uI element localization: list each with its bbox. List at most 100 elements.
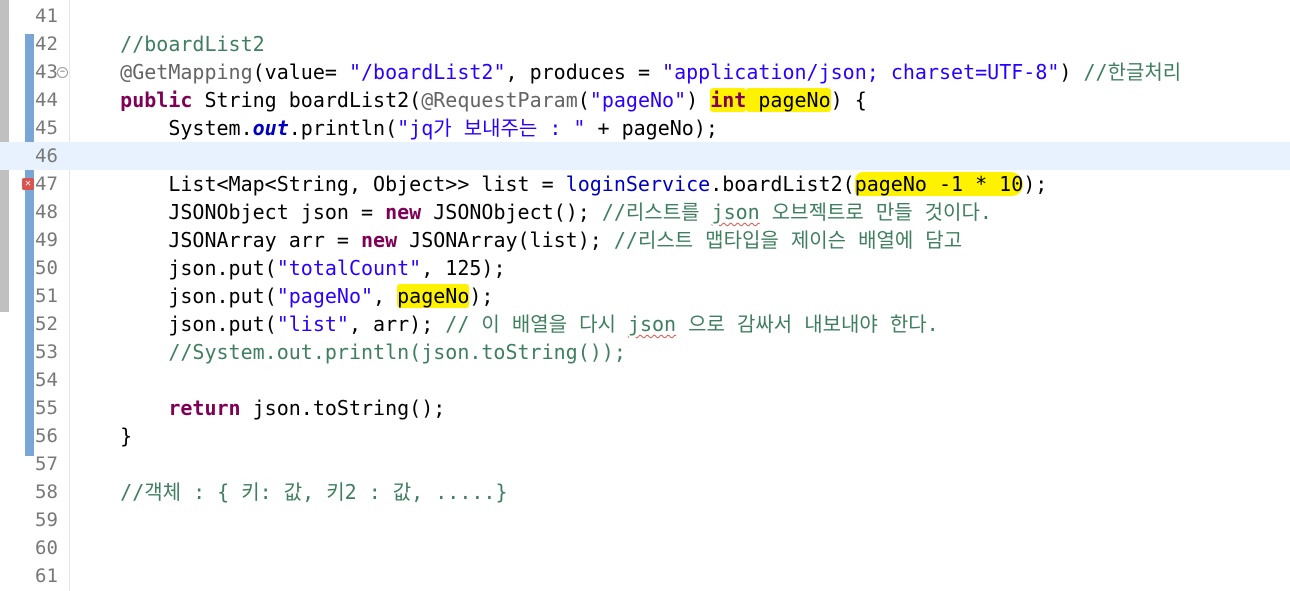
code-line[interactable]: 45 System.out.println("jq가 보내주는 : " + pa… <box>0 114 1290 142</box>
code-token: json <box>627 312 677 336</box>
code-text: JSONArray arr = new JSONArray(list); //리… <box>72 226 962 254</box>
code-token: json.toString(); <box>240 396 446 420</box>
code-editor[interactable]: 41 42 //boardList2 43− @GetMapping(value= … <box>0 0 1290 591</box>
line-number: 47 <box>35 173 58 195</box>
code-line[interactable]: 53 //System.out.println(json.toString())… <box>0 338 1290 366</box>
code-token: //한글처리 <box>1083 60 1182 84</box>
code-line[interactable]: 49 JSONArray arr = new JSONArray(list); … <box>0 226 1290 254</box>
code-line[interactable]: 59 <box>0 506 1290 534</box>
code-token: System. <box>72 116 253 140</box>
code-line[interactable]: 61 <box>0 562 1290 590</box>
line-number: 58 <box>35 481 58 503</box>
code-text: json.put("list", arr); // 이 배열을 다시 json … <box>72 310 939 338</box>
code-line[interactable]: 52 json.put("list", arr); // 이 배열을 다시 js… <box>0 310 1290 338</box>
line-number: 61 <box>35 565 58 587</box>
code-token: .println( <box>288 116 398 140</box>
code-token: out <box>252 116 289 140</box>
code-line[interactable]: 44 public String boardList2(@RequestPara… <box>0 86 1290 114</box>
code-token: JSONObject json = <box>72 200 386 224</box>
code-token: new <box>360 228 398 252</box>
code-line[interactable]: 48 JSONObject json = new JSONObject(); /… <box>0 198 1290 226</box>
code-token: json.put( <box>72 312 277 336</box>
code-line[interactable]: 50 json.put("totalCount", 125); <box>0 254 1290 282</box>
code-token: "/boardList2" <box>348 60 506 84</box>
code-line[interactable]: 46 <box>0 142 1290 170</box>
code-token: @GetMapping <box>120 60 253 84</box>
code-line[interactable]: 41 <box>0 2 1290 30</box>
line-number: 44 <box>35 89 58 111</box>
code-token: // 이 배열을 다시 <box>445 312 628 336</box>
code-text: System.out.println("jq가 보내주는 : " + pageN… <box>72 114 718 142</box>
code-token: String boardList2( <box>192 88 422 112</box>
line-number: 45 <box>35 117 58 139</box>
code-token: , <box>373 284 398 308</box>
code-token: ) { <box>830 88 867 112</box>
code-token: //리스트 맵타입을 제이슨 배열에 담고 <box>613 228 963 252</box>
code-line[interactable]: 51 json.put("pageNo", pageNo); <box>0 282 1290 310</box>
line-number: 59 <box>35 509 58 531</box>
code-token: 으로 감싸서 내보내야 한다. <box>676 312 939 336</box>
fold-toggle-icon[interactable]: − <box>57 67 68 78</box>
code-token: ( <box>577 88 590 112</box>
code-token: "pageNo" <box>589 88 687 112</box>
code-line[interactable]: 57 <box>0 450 1290 478</box>
code-text: json.put("totalCount", 125); <box>72 254 506 282</box>
code-token: public <box>120 88 193 112</box>
code-text: //객체 : { 키: 값, 키2 : 값, .....} <box>72 478 508 506</box>
code-text: } <box>72 422 132 450</box>
code-token: loginService <box>565 172 711 196</box>
line-number: 60 <box>35 537 58 559</box>
code-text: //boardList2 <box>72 30 265 58</box>
line-number: 55 <box>35 397 58 419</box>
code-line[interactable]: 60 <box>0 534 1290 562</box>
code-token: json <box>711 200 760 224</box>
code-text: json.put("pageNo", pageNo); <box>72 282 493 310</box>
code-token: //System.out.println(json.toString()); <box>168 340 626 364</box>
line-number: 46 <box>35 145 58 167</box>
code-line[interactable]: 58 //객체 : { 키: 값, 키2 : 값, .....} <box>0 478 1290 506</box>
code-token: return <box>168 396 241 420</box>
code-token: "pageNo" <box>276 284 374 308</box>
code-token: .boardList2( <box>710 172 855 196</box>
code-line[interactable]: 42 //boardList2 <box>0 30 1290 58</box>
code-token: } <box>72 424 133 448</box>
code-text: return json.toString(); <box>72 394 445 422</box>
code-token: json.put( <box>72 284 277 308</box>
code-text: @GetMapping(value= "/boardList2", produc… <box>72 58 1181 86</box>
code-token: //boardList2 <box>120 32 265 56</box>
error-marker-icon[interactable]: ✕ <box>22 178 34 190</box>
code-token: JSONObject(); <box>421 200 602 224</box>
code-token: "application/json; charset=UTF-8" <box>662 60 1060 84</box>
line-number: 54 <box>35 369 58 391</box>
code-token: "totalCount" <box>276 256 422 280</box>
code-text: JSONObject json = new JSONObject(); //리스… <box>72 198 992 226</box>
code-token: "list" <box>276 312 349 336</box>
code-token: 오브젝트로 만들 것이다. <box>759 200 992 224</box>
code-token: pageNo <box>746 88 831 112</box>
code-token: //객체 : { 키: 값, 키2 : 값, .....} <box>120 480 508 504</box>
code-token: json.put( <box>72 256 277 280</box>
line-number: 52 <box>35 313 58 335</box>
code-token: pageNo -1 * 10 <box>854 172 1024 196</box>
code-line[interactable]: 47 ✕ List<Map<String, Object>> list = log… <box>0 170 1290 198</box>
code-line[interactable]: 55 return json.toString(); <box>0 394 1290 422</box>
code-text: List<Map<String, Object>> list = loginSe… <box>72 170 1047 198</box>
code-token: ) <box>686 88 711 112</box>
code-line[interactable]: 43− @GetMapping(value= "/boardList2", pr… <box>0 58 1290 86</box>
code-token: ) <box>1059 60 1084 84</box>
code-token: + pageNo); <box>585 116 718 140</box>
code-token: JSONArray arr = <box>72 228 361 252</box>
code-text: //System.out.println(json.toString()); <box>72 338 626 366</box>
code-token: List<Map<String, Object>> list = <box>72 172 566 196</box>
code-line[interactable]: 54 <box>0 366 1290 394</box>
code-line[interactable]: 56 } <box>0 422 1290 450</box>
code-token: (value= <box>252 60 349 84</box>
line-number: 51 <box>35 285 58 307</box>
line-number: 42 <box>35 33 58 55</box>
code-token: , 125); <box>421 256 506 280</box>
code-token: "jq가 보내주는 : " <box>397 116 586 140</box>
code-token: ); <box>469 284 494 308</box>
